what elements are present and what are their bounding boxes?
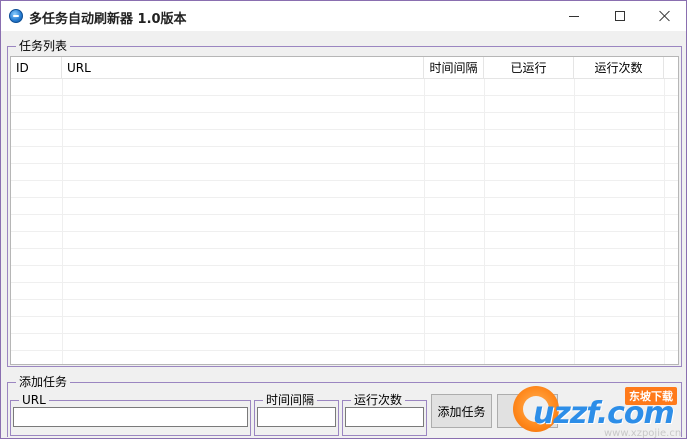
- task-list-body[interactable]: [11, 79, 678, 364]
- add-task-button[interactable]: 添加任务: [431, 394, 492, 428]
- watermark-badge: 东坡下载: [625, 387, 677, 405]
- minimize-icon: [569, 15, 579, 17]
- url-input[interactable]: [13, 407, 248, 427]
- interval-label: 时间间隔: [263, 393, 318, 407]
- grid-line: [574, 79, 575, 364]
- column-header-filler: [664, 57, 678, 79]
- interval-group: 时间间隔: [254, 393, 339, 436]
- column-header-id[interactable]: ID: [11, 57, 62, 79]
- task-list-view[interactable]: ID URL 时间间隔 已运行 运行次数: [10, 56, 679, 365]
- window-title: 多任务自动刷新器 1.0版本: [29, 12, 187, 27]
- app-window: 多任务自动刷新器 1.0版本 任务列表 ID URL 时间间隔 已运行 运行次数: [0, 0, 687, 439]
- globe-refresh-icon: [9, 9, 23, 23]
- grid-line: [484, 79, 485, 364]
- task-list-label: 任务列表: [16, 39, 71, 53]
- column-header-count[interactable]: 运行次数: [574, 57, 664, 79]
- url-label: URL: [19, 393, 49, 407]
- close-icon: [659, 10, 671, 22]
- watermark-url: www.xzpojie.cn: [604, 428, 682, 439]
- task-list-header: ID URL 时间间隔 已运行 运行次数: [11, 57, 678, 79]
- count-group: 运行次数: [342, 393, 427, 436]
- minimize-button[interactable]: [551, 1, 597, 31]
- watermark-logo: uzzf.com 东坡下载 www.xzpojie.cn: [499, 383, 686, 439]
- column-header-interval[interactable]: 时间间隔: [424, 57, 484, 79]
- maximize-icon: [615, 11, 625, 21]
- grid-line: [664, 79, 665, 364]
- column-header-url[interactable]: URL: [62, 57, 424, 79]
- count-label: 运行次数: [351, 393, 406, 407]
- url-group: URL: [10, 393, 251, 436]
- title-bar[interactable]: 多任务自动刷新器 1.0版本: [1, 1, 686, 31]
- task-list-group: 任务列表 ID URL 时间间隔 已运行 运行次数: [7, 39, 682, 367]
- grid-line: [62, 79, 63, 364]
- add-task-label: 添加任务: [16, 375, 71, 389]
- maximize-button[interactable]: [597, 1, 643, 31]
- count-input[interactable]: [345, 407, 424, 427]
- column-header-run[interactable]: 已运行: [484, 57, 574, 79]
- grid-line: [424, 79, 425, 364]
- interval-input[interactable]: [257, 407, 336, 427]
- close-button[interactable]: [642, 1, 686, 31]
